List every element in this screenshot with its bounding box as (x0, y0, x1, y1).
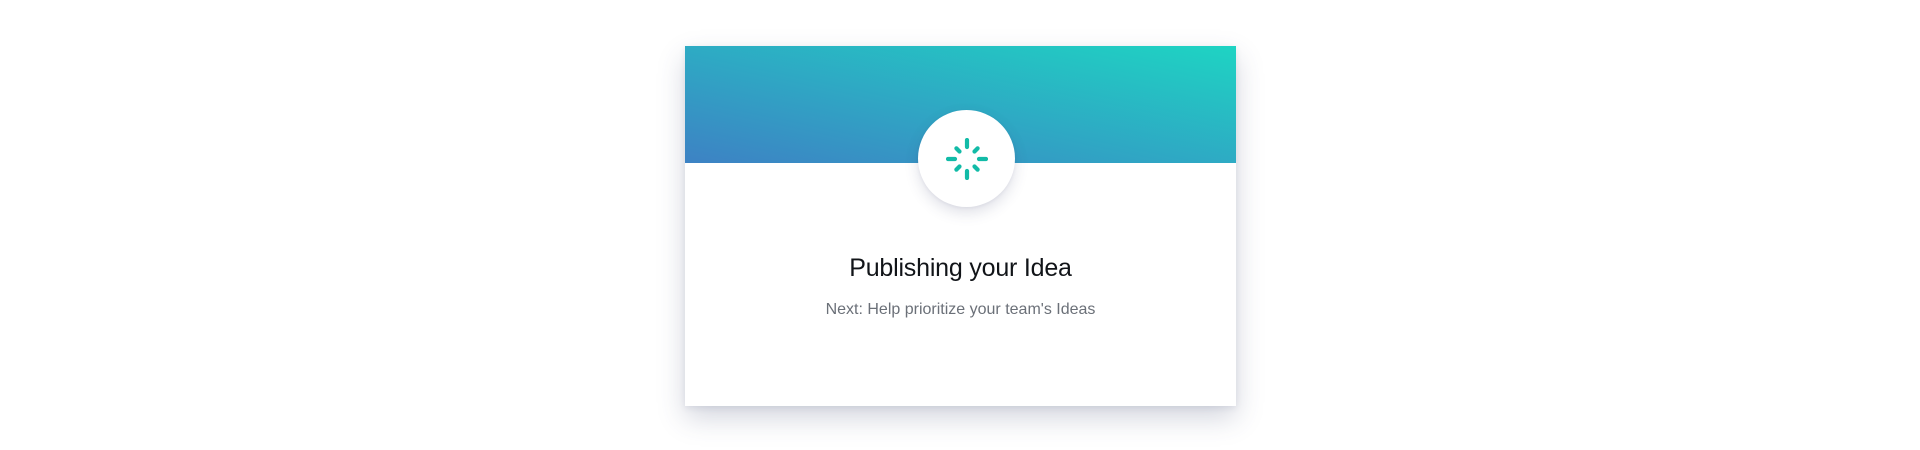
loading-spinner-icon (945, 137, 988, 180)
page: Publishing your Idea Next: Help prioriti… (0, 0, 1920, 450)
publishing-dialog: Publishing your Idea Next: Help prioriti… (685, 46, 1236, 406)
dialog-title: Publishing your Idea (849, 254, 1072, 282)
status-badge (918, 110, 1015, 207)
dialog-subtitle: Next: Help prioritize your team's Ideas (825, 301, 1096, 318)
